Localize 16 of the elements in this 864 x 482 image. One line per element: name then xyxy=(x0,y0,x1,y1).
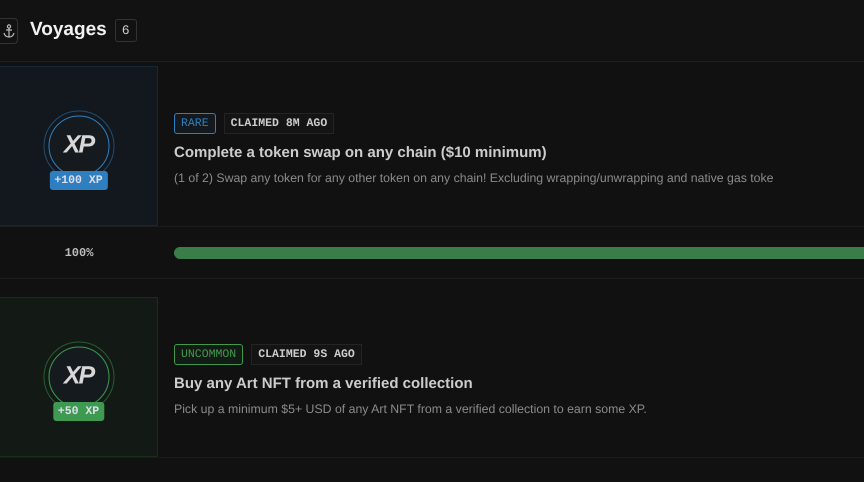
xp-logo-text: XP xyxy=(62,363,95,388)
voyage-description: (1 of 2) Swap any token for any other token on any chain! Excluding wrapping/unwrapping and native gas toke xyxy=(174,170,774,187)
xp-logo-text: XP xyxy=(62,132,95,158)
anchor-icon xyxy=(0,18,18,44)
voyage-title: Complete a token swap on any chain ($10 minimum) xyxy=(174,143,548,164)
rarity-tag: UNCOMMON xyxy=(174,344,244,366)
rarity-tag: RARE xyxy=(174,112,216,134)
claimed-status: CLAIMED 8M AGO xyxy=(224,112,334,134)
claimed-status: CLAIMED 9S AGO xyxy=(251,344,362,366)
section-title: Voyages xyxy=(30,18,107,42)
xp-reward-label: +50 XP xyxy=(52,402,104,421)
voyage-description: Pick up a minimum $5+ USD of any Art NFT from a verified collection to earn some XP. xyxy=(174,400,647,418)
voyage-title: Buy any Art NFT from a verified collection xyxy=(174,374,474,394)
progress-percent: 100% xyxy=(64,244,94,262)
count-badge: 6 xyxy=(114,18,137,42)
xp-reward-label: +100 XP xyxy=(49,170,108,190)
